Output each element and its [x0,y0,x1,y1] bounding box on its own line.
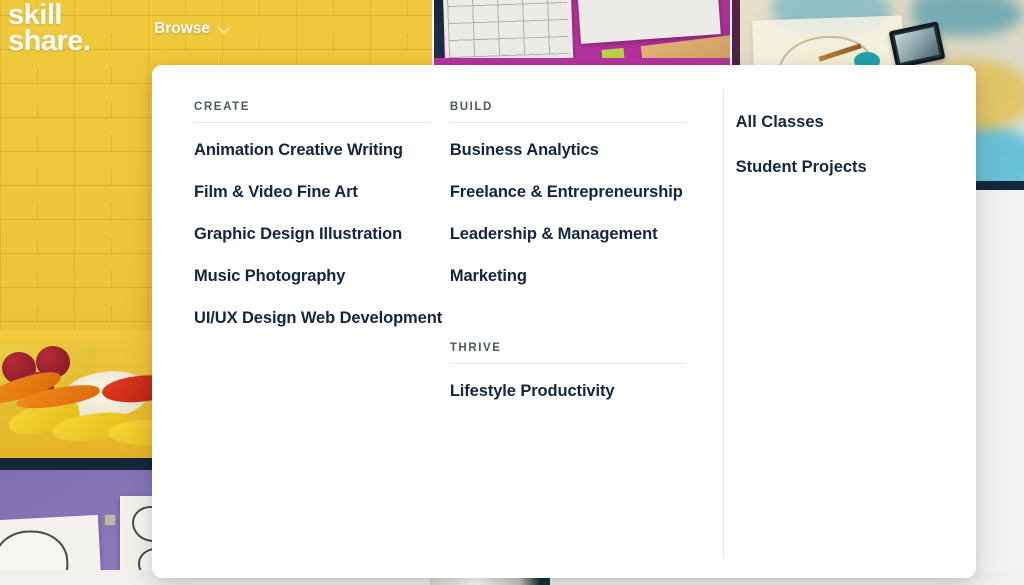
nav-item-browse[interactable]: Browse [154,20,231,38]
nav-browse-label: Browse [154,20,210,37]
menu-item-animation[interactable]: Animation [194,142,274,159]
menu-item-student-projects[interactable]: Student Projects [736,158,976,177]
menu-item-illustration[interactable]: Illustration [319,226,402,243]
section-heading-create: CREATE [194,101,251,113]
browse-dropdown-panel: CREATE Animation Creative Writing Film &… [152,65,976,578]
menu-item-ui-ux-design[interactable]: UI/UX Design [194,310,297,327]
menu-item-all-classes[interactable]: All Classes [736,113,976,132]
menu-item-graphic-design[interactable]: Graphic Design [194,226,315,243]
menu-list-build: Business Analytics Freelance & Entrepren… [450,142,705,310]
logo-line-2: share. [8,25,91,57]
top-navigation-bar: skill share. Browse [0,0,1024,62]
section-rule [194,122,429,123]
skillshare-logo[interactable]: skill share. [8,1,91,57]
menu-item-music[interactable]: Music [194,268,240,285]
menu-item-leadership-management[interactable]: Leadership & Management [450,226,658,243]
menu-item-creative-writing[interactable]: Creative Writing [278,142,403,159]
menu-item-freelance-entrepreneurship[interactable]: Freelance & Entrepreneurship [450,184,683,201]
menu-item-film-video[interactable]: Film & Video [194,184,293,201]
menu-item-business-analytics[interactable]: Business Analytics [450,142,599,159]
paper-clip [104,514,116,526]
section-rule [449,363,685,364]
dropdown-column-extra-links: All Classes Student Projects [736,101,976,578]
section-heading-thrive: THRIVE [449,342,502,354]
menu-item-fine-art[interactable]: Fine Art [297,184,358,201]
menu-item-lifestyle[interactable]: Lifestyle [450,383,516,400]
section-heading-build: BUILD [449,101,493,113]
menu-list-create: Animation Creative Writing Film & Video … [194,142,449,352]
section-rule [449,122,685,123]
dropdown-column-build: BUILD Business Analytics Freelance & Ent… [449,101,705,578]
page-root: skill share. Browse CREATE Animation Cre… [0,0,1024,585]
menu-item-photography[interactable]: Photography [245,268,346,285]
dropdown-column-create: CREATE Animation Creative Writing Film &… [194,101,449,578]
menu-item-web-development[interactable]: Web Development [301,310,442,327]
menu-item-marketing[interactable]: Marketing [450,268,527,285]
menu-list-thrive: Lifestyle Productivity [450,383,705,425]
menu-item-productivity[interactable]: Productivity [520,383,614,400]
chevron-down-icon [217,21,231,34]
